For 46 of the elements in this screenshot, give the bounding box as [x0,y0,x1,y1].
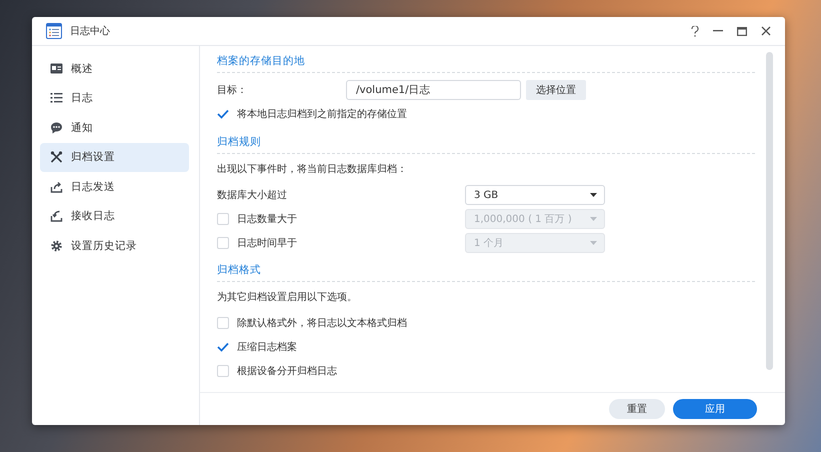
sidebar-item[interactable]: 日志发送 [40,172,189,202]
dropdown: 1 个月 [465,233,605,253]
sidebar-item[interactable]: 通知 [40,113,189,142]
description-text: 出现以下事件时，将当前日志数据库归档： [217,162,408,177]
caret-icon [590,193,597,197]
section-title: 归档格式 [217,263,755,282]
list-icon [50,93,63,104]
checkbox-label: 根据设备分开归档日志 [237,364,337,378]
field-label: 目标： [217,84,248,97]
window-title: 日志中心 [70,24,110,38]
checkbox-label: 将本地日志归档到之前指定的存储位置 [237,108,407,121]
chat-bubble-icon [50,122,63,134]
upload-icon [50,180,63,193]
checkbox[interactable] [217,108,229,120]
download-icon [50,210,63,222]
rule-label: 日志时间早于 [237,236,298,250]
card-icon [50,63,63,74]
sidebar-item[interactable]: 归档设置 [40,142,189,172]
checkbox[interactable] [217,341,229,353]
scrollbar[interactable] [766,52,773,370]
tools-icon [50,151,63,164]
target-path-field[interactable]: /volume1/日志 [346,80,521,100]
help-icon[interactable] [691,26,699,36]
dropdown[interactable]: 3 GB [465,185,605,205]
sidebar-item[interactable]: 接收日志 [40,202,189,231]
close-icon[interactable] [761,26,771,36]
caret-icon [590,241,597,245]
sidebar-item[interactable]: 设置历史记录 [40,231,189,260]
checkbox-label: 压缩日志档案 [237,340,297,354]
description-text: 为其它归档设置启用以下选项。 [217,290,358,305]
apply-button[interactable]: 应用 [673,399,757,419]
dropdown: 1,000,000 ( 1 百万 ) [465,209,605,229]
rule-label: 数据库大小超过 [217,188,288,202]
reset-button[interactable]: 重置 [609,399,665,419]
sidebar-item[interactable]: 日志 [40,84,189,113]
settings-icon [50,240,63,252]
choose-location-button[interactable]: 选择位置 [526,80,586,100]
section-title: 档案的存储目的地 [217,54,755,73]
sidebar-item[interactable]: 概述 [40,54,189,84]
caret-icon [590,217,597,221]
checkbox-label: 除默认格式外，将日志以文本格式归档 [237,316,407,330]
minimize-icon[interactable] [713,30,723,32]
section-title: 归档规则 [217,135,755,154]
maximize-icon[interactable] [737,26,747,36]
app-list-icon [46,23,62,39]
rule-label: 日志数量大于 [237,212,298,226]
